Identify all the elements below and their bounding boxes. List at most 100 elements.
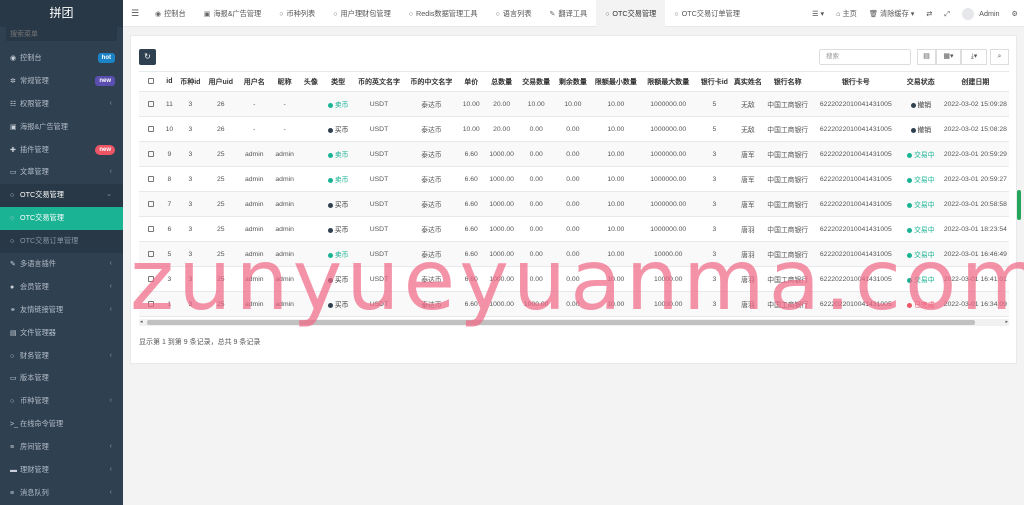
tab-7[interactable]: ○ OTC交易管理 xyxy=(596,0,666,27)
translate-icon[interactable]: ⇄ xyxy=(920,0,938,27)
tab-4[interactable]: ○ Redis数据管理工具 xyxy=(400,0,487,27)
table-cell: USDT xyxy=(352,91,406,117)
column-header[interactable]: 币的中文名字 xyxy=(405,71,458,92)
sidebar-item-4[interactable]: ✚ 插件管理 new xyxy=(0,139,123,162)
sidebar-item-0[interactable]: ◉ 控制台 hot xyxy=(0,47,123,70)
column-header[interactable]: 限额最大数量 xyxy=(639,71,697,92)
table-search-input[interactable]: 搜索 xyxy=(819,49,911,65)
table-cell: 10.00 xyxy=(457,116,485,142)
table-cell: 1000000.00 xyxy=(639,216,697,242)
sidebar-item-5[interactable]: ▭ 文章管理 ‹ xyxy=(0,161,123,184)
row-checkbox[interactable] xyxy=(139,241,163,267)
sidebar-item-8[interactable]: ○ OTC交易订单管理 xyxy=(0,230,123,254)
sidebar-item-12[interactable]: ▤ 文件管理器 xyxy=(0,322,123,345)
settings-icon[interactable]: ⚙ xyxy=(1006,0,1024,27)
refresh-button[interactable]: ↻ xyxy=(139,49,156,65)
fullscreen-icon[interactable]: ⤢ xyxy=(938,0,956,27)
export-dropdown-button[interactable]: ⤓▾ xyxy=(961,49,987,65)
column-header[interactable]: 交易数量 xyxy=(518,71,554,92)
table-row[interactable]: 8 3 25 admin admin 卖币 USDT 泰达币 6.60 1000.00 0.00 0.… xyxy=(139,166,1009,192)
sidebar-item-19[interactable]: ≡ 消息队列 ‹ xyxy=(0,482,123,505)
list-dropdown-icon[interactable]: ☰ ▾ xyxy=(806,0,830,27)
sidebar-item-16[interactable]: >_ 在线命令管理 xyxy=(0,413,123,436)
table-cell: 中国工商银行 xyxy=(763,291,812,317)
row-checkbox[interactable] xyxy=(139,116,163,142)
tab-2[interactable]: ○ 币种列表 xyxy=(270,0,324,27)
row-checkbox[interactable] xyxy=(139,266,163,292)
table-cell: 唐羽 xyxy=(732,216,764,242)
column-header[interactable]: 总数量 xyxy=(484,71,519,92)
column-header[interactable]: 币种id xyxy=(176,71,204,92)
sidebar-item-9[interactable]: ✎ 多语言插件 ‹ xyxy=(0,253,123,276)
column-header[interactable]: 币的英文名字 xyxy=(352,71,406,92)
table-row[interactable]: 1 3 25 admin admin 买币 USDT 泰达币 6.60 1000.00 1000.0… xyxy=(139,291,1009,317)
row-checkbox[interactable] xyxy=(139,141,163,167)
column-header[interactable]: 创建日期 xyxy=(941,71,1009,92)
sidebar-item-10[interactable]: ● 会员管理 ‹ xyxy=(0,276,123,299)
table-row[interactable]: 6 3 25 admin admin 买币 USDT 泰达币 6.60 1000.00 0.00 0.… xyxy=(139,216,1009,242)
toggle-view-button[interactable]: ▤ xyxy=(917,49,936,65)
tab-8[interactable]: ○ OTC交易订单管理 xyxy=(665,0,749,27)
sidebar-item-7[interactable]: ○ OTC交易管理 xyxy=(0,207,123,231)
column-header[interactable]: 银行卡id xyxy=(696,71,733,92)
column-header[interactable]: 银行卡号 xyxy=(811,71,900,92)
sidebar-item-11[interactable]: ⚭ 友情链接管理 ‹ xyxy=(0,299,123,322)
column-header[interactable]: 类型 xyxy=(323,71,353,92)
sidebar-item-14[interactable]: ▭ 版本管理 xyxy=(0,367,123,390)
table-row[interactable]: 3 3 25 admin admin 买币 USDT 泰达币 6.60 1000.00 0.00 0.… xyxy=(139,266,1009,292)
page-scrollbar[interactable] xyxy=(1017,190,1021,220)
table-row[interactable]: 7 3 25 admin admin 买币 USDT 泰达币 6.60 1000.00 0.00 0.… xyxy=(139,191,1009,217)
table-cell: 6.60 xyxy=(457,166,485,192)
table-cell: 6222022010041431005 xyxy=(811,141,900,167)
menu-toggle-icon[interactable]: ☰ xyxy=(131,8,139,19)
scrollbar-thumb[interactable] xyxy=(147,320,975,325)
table-cell: 1000000.00 xyxy=(639,116,697,142)
advanced-search-button[interactable]: ⌕ xyxy=(990,49,1009,65)
tab-3[interactable]: ○ 用户理财包管理 xyxy=(324,0,400,27)
home-button[interactable]: ⌂ 主页 xyxy=(830,0,863,27)
column-header[interactable]: 限额最小数量 xyxy=(591,71,640,92)
columns-dropdown-button[interactable]: ▦▾ xyxy=(936,49,961,65)
tab-0[interactable]: ◉ 控制台 xyxy=(146,0,195,27)
horizontal-scrollbar[interactable]: ◂ ▸ xyxy=(139,319,1009,326)
table-row[interactable]: 5 3 25 admin admin 卖币 USDT 泰达币 6.60 1000.00 0.00 0.… xyxy=(139,241,1009,267)
column-header[interactable]: 单价 xyxy=(457,71,485,92)
clear-cache-button[interactable]: 🗑 清除缓存 ▾ xyxy=(863,0,921,27)
scroll-right-icon[interactable]: ▸ xyxy=(1005,319,1008,326)
select-all-checkbox[interactable] xyxy=(139,71,163,92)
row-checkbox[interactable] xyxy=(139,166,163,192)
sidebar-item-3[interactable]: ▣ 海报&广告管理 xyxy=(0,116,123,139)
column-header[interactable]: 用户uid xyxy=(203,71,238,92)
sidebar-item-13[interactable]: ○ 财务管理 ‹ xyxy=(0,345,123,368)
table-row[interactable]: 10 3 26- - 买币 USDT 泰达币 10.00 20.00 0.00 0.00 10.00 1… xyxy=(139,116,1009,142)
column-header[interactable]: 真实姓名 xyxy=(732,71,764,92)
table-cell: 交易中 xyxy=(899,216,942,242)
tab-1[interactable]: ▣ 海报&广告管理 xyxy=(195,0,271,27)
column-header[interactable]: 昵称 xyxy=(271,71,299,92)
sidebar-item-2[interactable]: ☷ 权限管理 ‹ xyxy=(0,93,123,116)
row-checkbox[interactable] xyxy=(139,191,163,217)
sidebar-item-1[interactable]: ✲ 常规管理 new xyxy=(0,70,123,93)
column-header[interactable]: 剩余数量 xyxy=(554,71,592,92)
sidebar-item-17[interactable]: ≡ 房间管理 ‹ xyxy=(0,436,123,459)
user-menu[interactable]: Admin xyxy=(956,0,1005,27)
row-checkbox[interactable] xyxy=(139,291,163,317)
sidebar-item-label: 友情链接管理 xyxy=(20,304,64,314)
row-checkbox[interactable] xyxy=(139,216,163,242)
column-header[interactable]: 银行名称 xyxy=(763,71,812,92)
column-header[interactable]: 交易状态 xyxy=(899,71,942,92)
row-checkbox[interactable] xyxy=(139,91,163,117)
tab-6[interactable]: ✎ 翻译工具 xyxy=(541,0,597,27)
table-row[interactable]: 9 3 25 admin admin 卖币 USDT 泰达币 6.60 1000.00 0.00 0.… xyxy=(139,141,1009,167)
column-header[interactable]: id xyxy=(162,71,177,92)
sidebar-search-input[interactable] xyxy=(6,27,117,41)
table-cell: 1000000.00 xyxy=(639,191,697,217)
column-header[interactable]: 头像 xyxy=(298,71,324,92)
column-header[interactable]: 用户名 xyxy=(237,71,272,92)
tab-5[interactable]: ○ 语言列表 xyxy=(487,0,541,27)
sidebar-item-18[interactable]: ▬ 理财管理 ‹ xyxy=(0,459,123,482)
table-row[interactable]: 11 3 26- - 卖币 USDT 泰达币 10.00 20.00 10.00 10.00 10.0… xyxy=(139,91,1009,117)
scroll-left-icon[interactable]: ◂ xyxy=(140,319,143,326)
sidebar-item-6[interactable]: ○ OTC交易管理 ⌄ xyxy=(0,184,123,208)
sidebar-item-15[interactable]: ○ 币种管理 ‹ xyxy=(0,390,123,413)
